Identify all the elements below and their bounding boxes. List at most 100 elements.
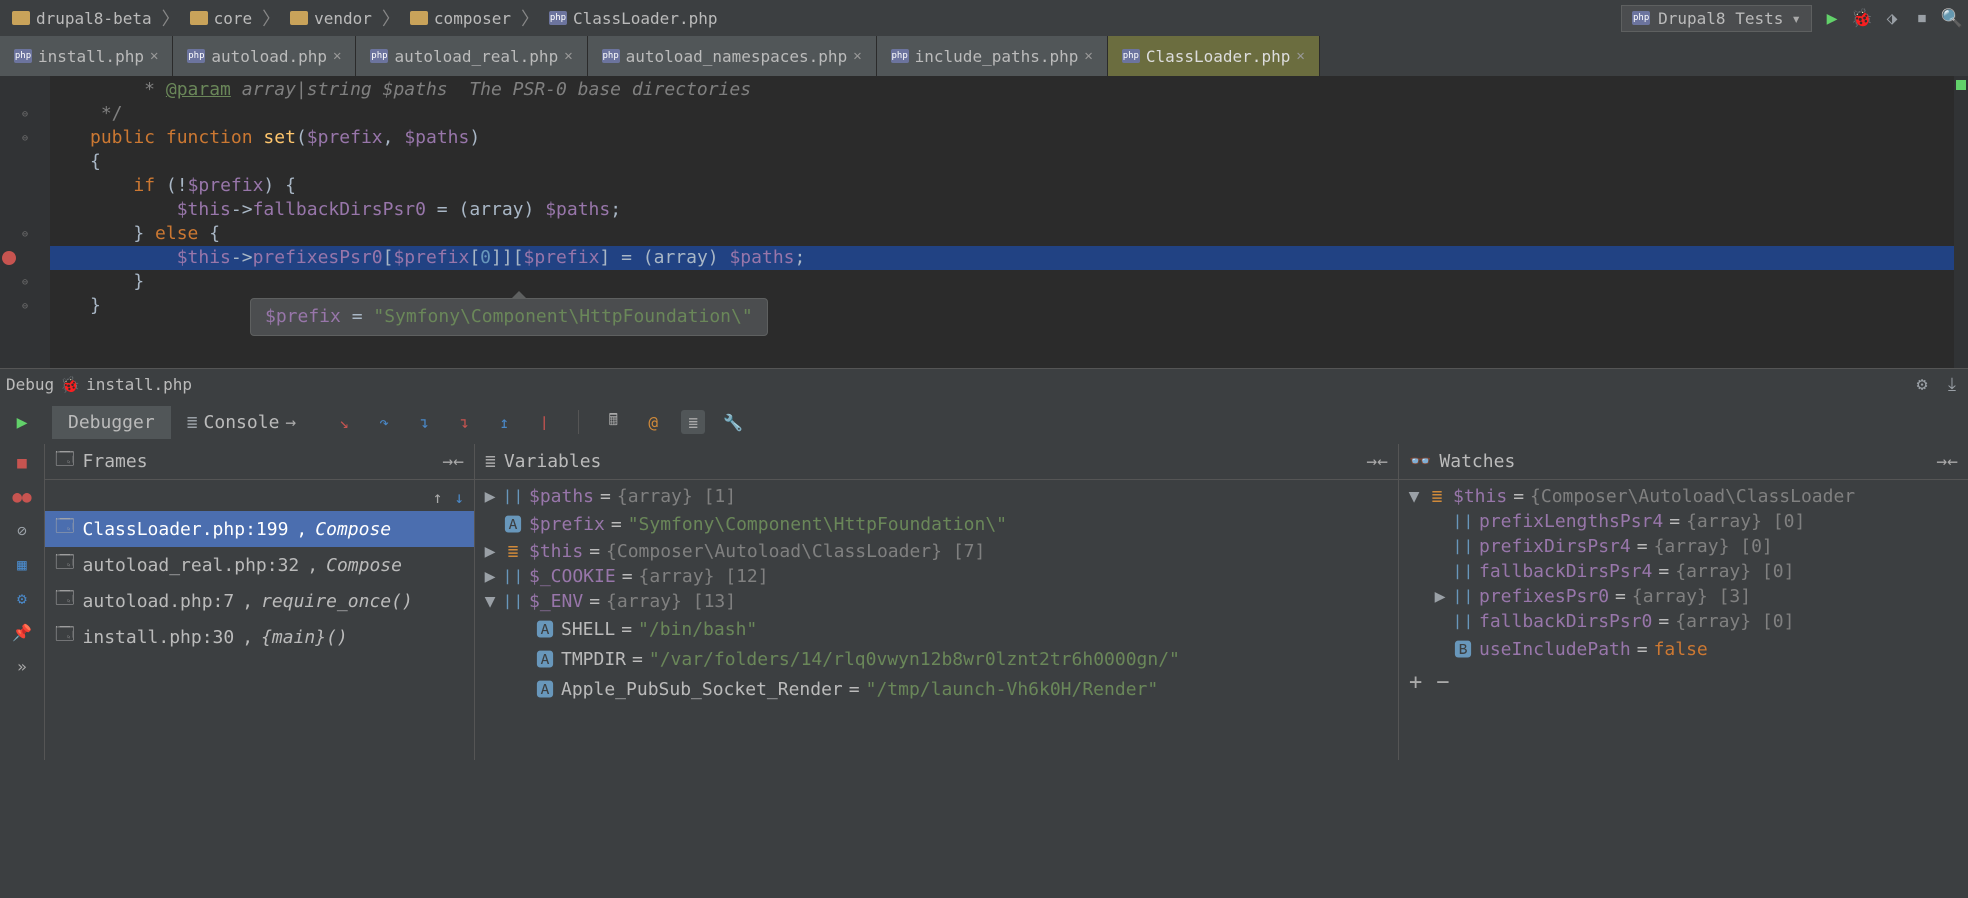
toggle-view-button[interactable]: ≣ — [681, 410, 705, 434]
editor[interactable]: ⊖ ⊖ ⊖ ⊖ ⊖ * @param array|string $paths T… — [0, 76, 1968, 368]
frame-row[interactable]: 🗔install.php:30, {main}() — [45, 619, 474, 655]
var-name: useIncludePath — [1479, 639, 1631, 660]
variable-row[interactable]: ▶❘❘$_COOKIE = {array} [12] — [475, 564, 1398, 589]
debugger-tab[interactable]: Debugger — [52, 406, 171, 439]
fold-icon[interactable]: ⊖ — [22, 301, 28, 312]
settings-icon[interactable]: ⚙ — [1912, 375, 1932, 395]
step-out-button[interactable]: ↥ — [492, 410, 516, 434]
minimize-icon[interactable]: ⤓ — [1942, 375, 1962, 395]
var-name: $this — [1453, 486, 1507, 507]
more-button[interactable]: » — [10, 654, 34, 678]
tab-close-icon[interactable]: ✕ — [564, 48, 572, 64]
stop-button[interactable]: ■ — [10, 450, 34, 474]
tab-label: autoload_namespaces.php — [626, 47, 848, 66]
watch-child-row[interactable]: ❘❘prefixDirsPsr4 = {array} [0] — [1399, 534, 1968, 559]
variable-row[interactable]: 🅰$prefix = "Symfony\Component\HttpFounda… — [475, 509, 1398, 539]
watch-child-row[interactable]: ▶❘❘prefixesPsr0 = {array} [3] — [1399, 584, 1968, 609]
search-button[interactable]: 🔍 — [1942, 8, 1962, 28]
tab-autoload[interactable]: phpautoload.php✕ — [173, 36, 356, 76]
run-to-cursor-button[interactable]: 〡 — [532, 410, 556, 434]
run-button[interactable]: ▶ — [1822, 8, 1842, 28]
cast: (array) — [643, 247, 730, 268]
show-execution-point-button[interactable]: ↘ — [332, 410, 356, 434]
stop-button[interactable]: ⏹ — [1912, 8, 1932, 28]
watch-child-row[interactable]: 🅱useIncludePath = false — [1399, 634, 1968, 664]
brace: { — [90, 151, 101, 172]
next-frame-button[interactable]: ↓ — [454, 488, 464, 507]
crumb-drupal8-beta[interactable]: drupal8-beta — [6, 7, 158, 30]
tab-classloader[interactable]: phpClassLoader.php✕ — [1108, 36, 1320, 76]
debug-button[interactable]: 🐞 — [1852, 8, 1872, 28]
step-into-button[interactable]: ↴ — [412, 410, 436, 434]
tab-autoload-real[interactable]: phpautoload_real.php✕ — [356, 36, 587, 76]
pin-button[interactable]: 📌 — [10, 620, 34, 644]
settings-button[interactable]: 🔧 — [721, 410, 745, 434]
crumb-composer[interactable]: composer — [404, 7, 517, 30]
mute-breakpoints-button[interactable]: ⊘ — [10, 518, 34, 542]
coverage-button[interactable]: ⬗ — [1882, 8, 1902, 28]
expand-icon[interactable]: ▶ — [483, 541, 497, 562]
fold-icon[interactable]: ⊖ — [22, 133, 28, 144]
crumb-vendor[interactable]: vendor — [284, 7, 378, 30]
prev-frame-button[interactable]: ↑ — [433, 488, 443, 507]
code[interactable]: * @param array|string $paths The PSR-0 b… — [50, 76, 1968, 368]
variable-child-row[interactable]: 🅰Apple_PubSub_Socket_Render = "/tmp/laun… — [475, 674, 1398, 704]
tab-close-icon[interactable]: ✕ — [333, 48, 341, 64]
tab-close-icon[interactable]: ✕ — [150, 48, 158, 64]
hide-icon[interactable]: →← — [1936, 451, 1958, 472]
view-breakpoints-button[interactable]: ●● — [10, 484, 34, 508]
fold-icon[interactable]: ⊖ — [22, 277, 28, 288]
frame-row[interactable]: 🗔ClassLoader.php:199, Compose — [45, 511, 474, 547]
force-step-into-button[interactable]: ↴ — [452, 410, 476, 434]
remove-watch-button[interactable]: − — [1436, 670, 1449, 695]
breakpoint-icon[interactable] — [2, 251, 16, 265]
tab-close-icon[interactable]: ✕ — [1084, 48, 1092, 64]
watch-child-row[interactable]: ❘❘prefixLengthsPsr4 = {array} [0] — [1399, 509, 1968, 534]
tab-close-icon[interactable]: ✕ — [853, 48, 861, 64]
tab-install[interactable]: phpinstall.php✕ — [0, 36, 173, 76]
kw-else: else — [155, 223, 198, 244]
var-name: fallbackDirsPsr0 — [1479, 611, 1652, 632]
mark-object-button[interactable]: @ — [641, 410, 665, 434]
analysis-ok-icon — [1956, 80, 1966, 90]
tab-include-paths[interactable]: phpinclude_paths.php✕ — [877, 36, 1108, 76]
expand-icon[interactable]: ▼ — [1407, 486, 1421, 507]
crumb-classloader[interactable]: phpClassLoader.php — [543, 7, 724, 30]
php-icon: php — [891, 49, 909, 63]
variable-row[interactable]: ▶❘❘$paths = {array} [1] — [475, 484, 1398, 509]
arrow: -> — [231, 247, 253, 268]
error-stripe[interactable] — [1954, 76, 1968, 368]
console-tab[interactable]: ≣Console→ — [171, 406, 313, 439]
watch-child-row[interactable]: ❘❘fallbackDirsPsr4 = {array} [0] — [1399, 559, 1968, 584]
layout-button[interactable]: ▦ — [10, 552, 34, 576]
expand-icon[interactable]: ▶ — [1433, 586, 1447, 607]
watch-child-row[interactable]: ❘❘fallbackDirsPsr0 = {array} [0] — [1399, 609, 1968, 634]
php-icon: php — [1122, 49, 1140, 63]
tab-close-icon[interactable]: ✕ — [1296, 48, 1304, 64]
resume-button[interactable]: ▶ — [10, 410, 34, 434]
frame-row[interactable]: 🗔autoload_real.php:32, Compose — [45, 547, 474, 583]
gutter[interactable]: ⊖ ⊖ ⊖ ⊖ ⊖ — [0, 76, 50, 368]
expand-icon[interactable]: ▶ — [483, 486, 497, 507]
step-over-button[interactable]: ↷ — [372, 410, 396, 434]
fold-icon[interactable]: ⊖ — [22, 229, 28, 240]
restore-layout-button[interactable]: ⚙ — [10, 586, 34, 610]
add-watch-button[interactable]: + — [1409, 670, 1422, 695]
variable-child-row[interactable]: 🅰TMPDIR = "/var/folders/14/rlq0vwyn12b8w… — [475, 644, 1398, 674]
fold-icon[interactable]: ⊖ — [22, 109, 28, 120]
evaluate-button[interactable]: 🖩 — [601, 410, 625, 434]
watch-root-row[interactable]: ▼≣$this = {Composer\Autoload\ClassLoader — [1399, 484, 1968, 509]
hide-icon[interactable]: →← — [1366, 451, 1388, 472]
tab-autoload-namespaces[interactable]: phpautoload_namespaces.php✕ — [588, 36, 877, 76]
expand-icon[interactable]: ▶ — [483, 566, 497, 587]
frame-row[interactable]: 🗔autoload.php:7, require_once() — [45, 583, 474, 619]
variable-row[interactable]: ▼❘❘$_ENV = {array} [13] — [475, 589, 1398, 614]
variable-row[interactable]: ▶≣$this = {Composer\Autoload\ClassLoader… — [475, 539, 1398, 564]
expand-icon[interactable]: ▼ — [483, 591, 497, 612]
variable-child-row[interactable]: 🅰SHELL = "/bin/bash" — [475, 614, 1398, 644]
array-icon: ❘❘ — [1452, 611, 1474, 632]
var: $paths — [729, 247, 794, 268]
hide-icon[interactable]: →← — [442, 451, 464, 472]
run-config-selector[interactable]: php Drupal8 Tests ▾ — [1621, 5, 1812, 32]
crumb-core[interactable]: core — [184, 7, 259, 30]
